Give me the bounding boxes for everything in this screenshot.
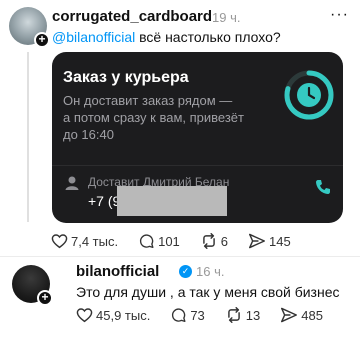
- follow-plus-icon[interactable]: +: [34, 32, 50, 48]
- username[interactable]: bilanofficial: [76, 263, 159, 280]
- post-text: @bilanofficial всё настолько плохо?: [52, 29, 281, 45]
- post-text: Это для души , а так у меня свой бизнес: [76, 284, 340, 300]
- like-count: 7,4 тыс.: [71, 233, 119, 249]
- repost-count: 13: [245, 307, 261, 323]
- share-count: 145: [269, 233, 291, 249]
- redaction-box: [117, 186, 227, 216]
- verified-badge-icon: ✓: [179, 265, 192, 278]
- comment-icon: [140, 234, 154, 248]
- comment-button[interactable]: 101: [138, 233, 180, 249]
- post-time: 16 ч.: [196, 264, 225, 279]
- clock-icon: [284, 70, 334, 120]
- like-button[interactable]: 7,4 тыс.: [51, 233, 118, 249]
- repost-icon: [202, 233, 215, 249]
- share-button[interactable]: 485: [280, 307, 323, 323]
- repost-button[interactable]: 13: [225, 307, 260, 323]
- card-divider: [52, 165, 343, 166]
- avatar[interactable]: +: [9, 7, 50, 48]
- person-icon: [65, 176, 79, 190]
- comment-button[interactable]: 73: [170, 307, 205, 323]
- more-options-icon[interactable]: ···: [330, 6, 349, 24]
- embedded-screenshot[interactable]: Заказ у курьера Он доставит заказ рядом …: [52, 52, 343, 223]
- order-description: Он доставит заказ рядом — а потом сразу …: [63, 93, 244, 142]
- repost-button[interactable]: 6: [200, 233, 228, 249]
- heart-icon: [76, 308, 93, 323]
- share-button[interactable]: 145: [248, 233, 291, 249]
- repost-count: 6: [220, 233, 229, 249]
- username[interactable]: corrugated_cardboard: [52, 8, 212, 25]
- thread-line: [27, 52, 29, 222]
- post-text-body: всё настолько плохо?: [135, 29, 281, 45]
- mention-link[interactable]: @bilanofficial: [52, 29, 135, 45]
- comment-count: 101: [158, 233, 180, 249]
- comment-count: 73: [190, 307, 205, 323]
- like-count: 45,9 тыс.: [96, 307, 151, 323]
- post-actions: 7,4 тыс. 101 6 145: [51, 233, 311, 249]
- send-icon: [281, 307, 298, 323]
- order-title: Заказ у курьера: [63, 69, 189, 86]
- share-count: 485: [301, 307, 323, 323]
- send-icon: [249, 233, 266, 249]
- avatar[interactable]: +: [12, 265, 53, 306]
- post-time: 19 ч.: [212, 10, 241, 25]
- like-button[interactable]: 45,9 тыс.: [76, 307, 150, 323]
- courier-phone: +7 (9: [88, 193, 121, 209]
- follow-plus-icon[interactable]: +: [37, 290, 53, 306]
- post-actions: 45,9 тыс. 73 13 485: [76, 307, 343, 323]
- post-2: + bilanofficial ✓ 16 ч. Это для души , а…: [0, 257, 360, 350]
- comment-icon: [172, 308, 186, 322]
- heart-icon: [51, 234, 68, 249]
- post-1: + corrugated_cardboard 19 ч. ··· @bilano…: [0, 0, 360, 255]
- repost-icon: [227, 307, 240, 323]
- phone-icon[interactable]: [314, 178, 332, 196]
